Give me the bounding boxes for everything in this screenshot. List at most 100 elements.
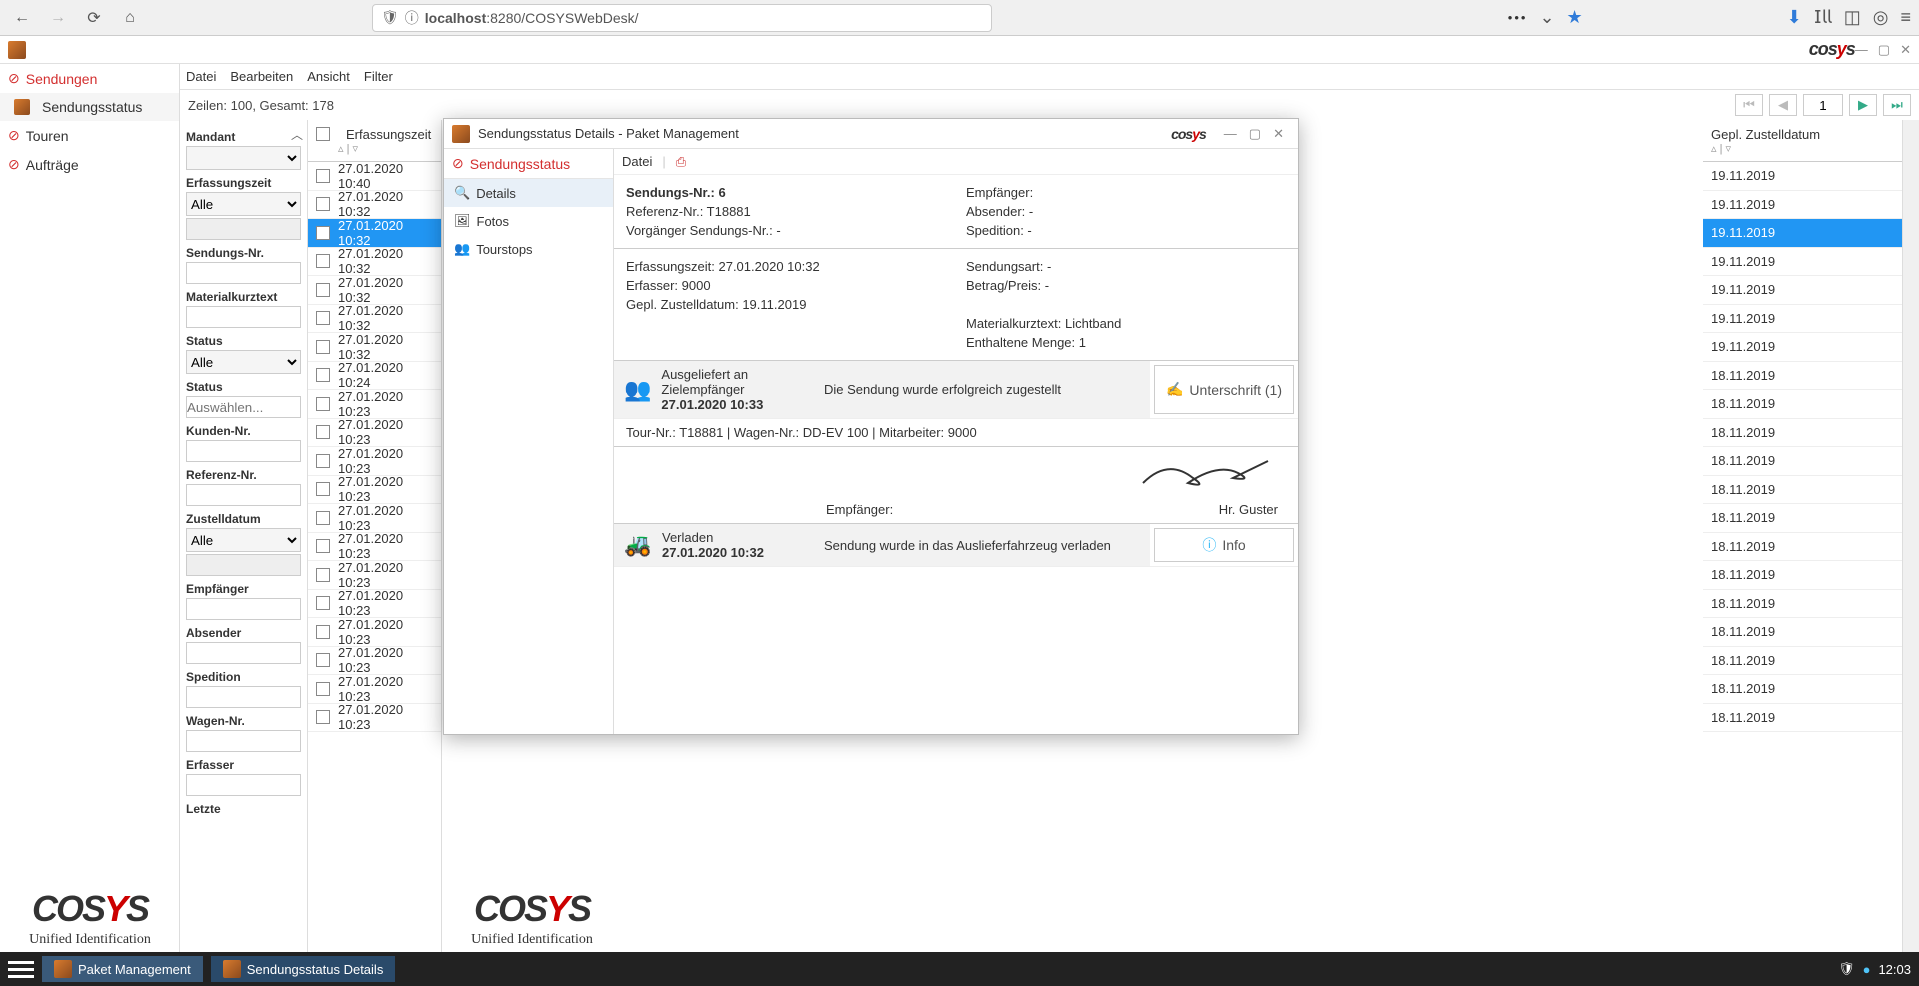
sort-icon[interactable]: ▵ | ▿ (1711, 142, 1894, 155)
table-row[interactable]: 19.11.2019 (1703, 162, 1902, 191)
table-row[interactable]: 18.11.2019 (1703, 533, 1902, 562)
filter-kundennr-input[interactable] (186, 440, 301, 462)
table-row[interactable]: 27.01.2020 10:23 (308, 704, 441, 733)
table-row[interactable]: 18.11.2019 (1703, 476, 1902, 505)
table-row[interactable]: 18.11.2019 (1703, 704, 1902, 733)
table-row[interactable]: 27.01.2020 10:32 (308, 248, 441, 277)
table-row[interactable]: 18.11.2019 (1703, 618, 1902, 647)
close-icon[interactable]: ✕ (1273, 126, 1284, 142)
filter-empfaenger-input[interactable] (186, 598, 301, 620)
info-button[interactable]: ⓘ Info (1154, 528, 1294, 562)
modal-menu-datei[interactable]: Datei (622, 154, 652, 169)
filter-zustelldatum-input[interactable] (186, 554, 301, 576)
filter-zustelldatum-select[interactable]: Alle (186, 528, 301, 552)
select-all-checkbox[interactable] (316, 127, 330, 141)
tray-icon[interactable]: ● (1863, 962, 1871, 977)
table-row[interactable]: 18.11.2019 (1703, 675, 1902, 704)
table-row[interactable]: 27.01.2020 10:23 (308, 504, 441, 533)
print-icon[interactable]: ⎙ (676, 154, 686, 170)
url-bar[interactable]: 🛡 ⓘ localhost:8280/COSYSWebDesk/ (372, 4, 992, 32)
minimize-icon[interactable]: — (1855, 42, 1868, 58)
home-button[interactable]: ⌂ (116, 4, 144, 32)
row-checkbox[interactable] (316, 311, 330, 325)
row-checkbox[interactable] (316, 425, 330, 439)
filter-absender-input[interactable] (186, 642, 301, 664)
menu-bearbeiten[interactable]: Bearbeiten (230, 69, 293, 84)
filter-material-input[interactable] (186, 306, 301, 328)
chevron-up-icon[interactable]: ︿ (291, 126, 303, 143)
row-checkbox[interactable] (316, 340, 330, 354)
table-row[interactable]: 19.11.2019 (1703, 305, 1902, 334)
start-button[interactable] (8, 956, 34, 982)
filter-erfasser-input[interactable] (186, 774, 301, 796)
table-row[interactable]: 18.11.2019 (1703, 504, 1902, 533)
table-row[interactable]: 18.11.2019 (1703, 419, 1902, 448)
back-button[interactable]: ← (8, 4, 36, 32)
table-row[interactable]: 18.11.2019 (1703, 390, 1902, 419)
row-checkbox[interactable] (316, 254, 330, 268)
last-page-button[interactable]: ⏭ (1883, 94, 1911, 116)
table-row[interactable]: 27.01.2020 10:32 (308, 276, 441, 305)
row-checkbox[interactable] (316, 397, 330, 411)
row-checkbox[interactable] (316, 682, 330, 696)
table-row[interactable]: 27.01.2020 10:32 (308, 219, 441, 248)
task-item-paket[interactable]: Paket Management (42, 956, 203, 982)
nav-sendungen[interactable]: ⊘ Sendungen (0, 64, 179, 93)
table-row[interactable]: 27.01.2020 10:23 (308, 390, 441, 419)
table-row[interactable]: 19.11.2019 (1703, 248, 1902, 277)
table-row[interactable]: 27.01.2020 10:23 (308, 647, 441, 676)
filter-referenznr-input[interactable] (186, 484, 301, 506)
table-row[interactable]: 19.11.2019 (1703, 191, 1902, 220)
table-row[interactable]: 27.01.2020 10:40 (308, 162, 441, 191)
table-row[interactable]: 27.01.2020 10:23 (308, 561, 441, 590)
row-checkbox[interactable] (316, 596, 330, 610)
menu-ansicht[interactable]: Ansicht (307, 69, 350, 84)
table-row[interactable]: 27.01.2020 10:23 (308, 419, 441, 448)
table-row[interactable]: 18.11.2019 (1703, 447, 1902, 476)
row-checkbox[interactable] (316, 710, 330, 724)
row-checkbox[interactable] (316, 226, 330, 240)
sidebar-icon[interactable]: ◫ (1844, 7, 1861, 28)
scrollbar[interactable] (1903, 120, 1919, 952)
filter-status-select[interactable]: Alle (186, 350, 301, 374)
table-row[interactable]: 27.01.2020 10:23 (308, 476, 441, 505)
modal-nav-sendungsstatus[interactable]: ⊘ Sendungsstatus (444, 149, 613, 179)
prev-page-button[interactable]: ◀ (1769, 94, 1797, 116)
close-icon[interactable]: ✕ (1900, 42, 1911, 58)
modal-nav-details[interactable]: 🔍 Details (444, 179, 613, 207)
table-row[interactable]: 19.11.2019 (1703, 219, 1902, 248)
row-checkbox[interactable] (316, 454, 330, 468)
menu-filter[interactable]: Filter (364, 69, 393, 84)
table-row[interactable]: 19.11.2019 (1703, 333, 1902, 362)
table-row[interactable]: 27.01.2020 10:32 (308, 333, 441, 362)
filter-spedition-input[interactable] (186, 686, 301, 708)
minimize-icon[interactable]: — (1224, 126, 1237, 141)
row-checkbox[interactable] (316, 283, 330, 297)
modal-nav-fotos[interactable]: 🖼 Fotos (444, 207, 613, 235)
next-page-button[interactable]: ▶ (1849, 94, 1877, 116)
row-checkbox[interactable] (316, 568, 330, 582)
col-header-zustelldatum[interactable]: Gepl. Zustelldatum (1711, 127, 1894, 142)
row-checkbox[interactable] (316, 539, 330, 553)
nav-sendungsstatus[interactable]: Sendungsstatus (0, 93, 179, 121)
bookmark-star-icon[interactable]: ★ (1567, 7, 1583, 28)
table-row[interactable]: 27.01.2020 10:23 (308, 618, 441, 647)
pocket-icon[interactable]: ⌄ (1539, 7, 1554, 28)
modal-nav-tourstops[interactable]: 👥 Tourstops (444, 235, 613, 263)
maximize-icon[interactable]: ▢ (1249, 126, 1261, 142)
signature-button[interactable]: ✍️ Unterschrift (1) (1154, 365, 1294, 414)
forward-button[interactable]: → (44, 4, 72, 32)
row-checkbox[interactable] (316, 482, 330, 496)
table-row[interactable]: 18.11.2019 (1703, 647, 1902, 676)
sort-icon[interactable]: ▵ | ▿ (338, 142, 433, 155)
reload-button[interactable]: ⟳ (80, 4, 108, 32)
filter-erfassungszeit-select[interactable]: Alle (186, 192, 301, 216)
table-row[interactable]: 27.01.2020 10:24 (308, 362, 441, 391)
table-row[interactable]: 27.01.2020 10:23 (308, 533, 441, 562)
menu-icon[interactable]: ≡ (1900, 7, 1911, 28)
nav-touren[interactable]: ⊘ Touren (0, 121, 179, 150)
table-row[interactable]: 18.11.2019 (1703, 362, 1902, 391)
table-row[interactable]: 27.01.2020 10:23 (308, 675, 441, 704)
library-icon[interactable]: 𝖨𝗅𝗅 (1814, 7, 1832, 28)
download-icon[interactable]: ⬇ (1787, 7, 1802, 28)
